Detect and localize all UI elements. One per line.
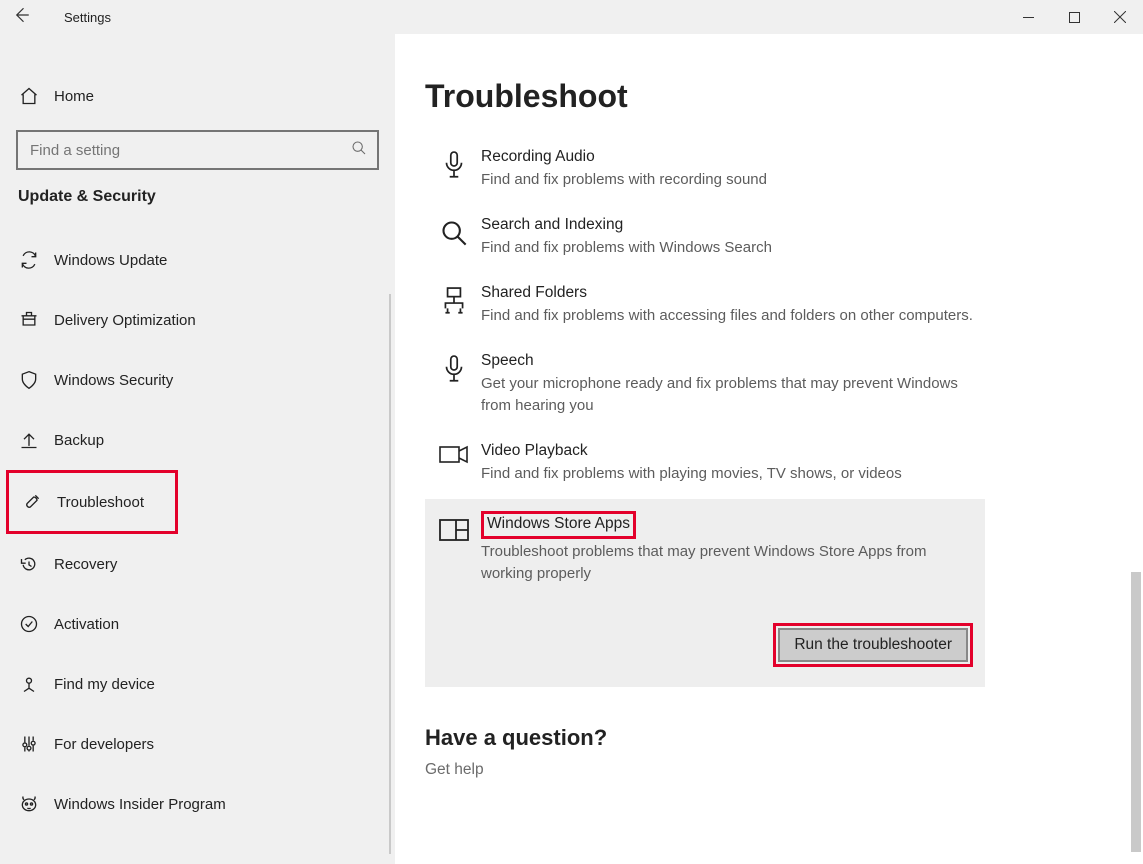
home-link[interactable]: Home	[0, 72, 395, 120]
sidebar-item-for-developers[interactable]: For developers	[0, 714, 395, 774]
ts-video-playback[interactable]: Video Playback Find and fix problems wit…	[425, 431, 985, 499]
ts-windows-store-apps[interactable]: Windows Store Apps Troubleshoot problems…	[425, 499, 985, 687]
sidebar-item-label: For developers	[54, 736, 154, 753]
ts-title: Search and Indexing	[481, 215, 977, 235]
home-icon	[18, 85, 40, 107]
maximize-button[interactable]	[1051, 0, 1097, 34]
back-button[interactable]	[0, 6, 44, 29]
ts-desc: Get your microphone ready and fix proble…	[481, 373, 977, 417]
have-a-question-heading: Have a question?	[425, 725, 1133, 751]
sidebar-item-label: Find my device	[54, 676, 155, 693]
close-button[interactable]	[1097, 0, 1143, 34]
sidebar-item-find-my-device[interactable]: Find my device	[0, 654, 395, 714]
main-scrollbar[interactable]	[1131, 572, 1141, 852]
sidebar-item-windows-security[interactable]: Windows Security	[0, 350, 395, 410]
sidebar-item-label: Windows Insider Program	[54, 796, 226, 813]
get-help-link[interactable]: Get help	[425, 761, 1133, 779]
ts-desc: Find and fix problems with recording sou…	[481, 169, 977, 191]
recovery-icon	[18, 553, 40, 575]
search-box[interactable]	[16, 130, 379, 170]
microphone-icon	[433, 351, 475, 417]
backup-icon	[18, 429, 40, 451]
find-device-icon	[18, 673, 40, 695]
troubleshooter-list: Recording Audio Find and fix problems wi…	[425, 137, 985, 687]
wrench-icon	[21, 491, 43, 513]
ts-title: Recording Audio	[481, 147, 977, 167]
window-controls	[1005, 0, 1143, 34]
run-troubleshooter-button[interactable]: Run the troubleshooter	[778, 628, 968, 662]
ts-title: Windows Store Apps	[487, 515, 630, 532]
sidebar-item-label: Delivery Optimization	[54, 312, 196, 329]
run-troubleshooter-highlight: Run the troubleshooter	[773, 623, 973, 667]
sidebar: Home Update & Security Windows Update De…	[0, 34, 395, 864]
developer-icon	[18, 733, 40, 755]
activation-icon	[18, 613, 40, 635]
sidebar-item-label: Troubleshoot	[57, 494, 144, 511]
main-content: Troubleshoot Recording Audio Find and fi…	[395, 34, 1143, 864]
sidebar-item-delivery-optimization[interactable]: Delivery Optimization	[0, 290, 395, 350]
ts-desc: Troubleshoot problems that may prevent W…	[481, 541, 977, 585]
sidebar-item-label: Windows Security	[54, 372, 173, 389]
sidebar-item-label: Activation	[54, 616, 119, 633]
search-icon	[433, 215, 475, 259]
ts-speech[interactable]: Speech Get your microphone ready and fix…	[425, 341, 985, 431]
minimize-button[interactable]	[1005, 0, 1051, 34]
sidebar-item-label: Backup	[54, 432, 104, 449]
sidebar-item-activation[interactable]: Activation	[0, 594, 395, 654]
sidebar-scrollbar[interactable]	[389, 294, 391, 854]
home-label: Home	[54, 88, 94, 105]
sidebar-item-recovery[interactable]: Recovery	[0, 534, 395, 594]
ts-search-indexing[interactable]: Search and Indexing Find and fix problem…	[425, 205, 985, 273]
search-icon	[351, 140, 367, 161]
ts-title: Video Playback	[481, 441, 977, 461]
ts-desc: Find and fix problems with playing movie…	[481, 463, 977, 485]
ts-shared-folders[interactable]: Shared Folders Find and fix problems wit…	[425, 273, 985, 341]
sidebar-item-label: Windows Update	[54, 252, 167, 269]
window-title: Settings	[44, 10, 111, 25]
microphone-icon	[433, 147, 475, 191]
ts-title: Speech	[481, 351, 977, 371]
shield-icon	[18, 369, 40, 391]
sidebar-item-label: Recovery	[54, 556, 117, 573]
ts-desc: Find and fix problems with accessing fil…	[481, 305, 977, 327]
sidebar-item-backup[interactable]: Backup	[0, 410, 395, 470]
section-heading: Update & Security	[0, 188, 395, 230]
page-title: Troubleshoot	[425, 78, 1133, 115]
delivery-icon	[18, 309, 40, 331]
ts-recording-audio[interactable]: Recording Audio Find and fix problems wi…	[425, 137, 985, 205]
ts-title: Shared Folders	[481, 283, 977, 303]
apps-icon	[433, 515, 475, 667]
video-icon	[433, 441, 475, 485]
ts-desc: Find and fix problems with Windows Searc…	[481, 237, 977, 259]
sync-icon	[18, 249, 40, 271]
insider-icon	[18, 793, 40, 815]
sidebar-item-troubleshoot[interactable]: Troubleshoot	[6, 470, 178, 534]
sidebar-item-windows-update[interactable]: Windows Update	[0, 230, 395, 290]
shared-folder-icon	[433, 283, 475, 327]
search-input[interactable]	[28, 141, 351, 160]
title-bar: Settings	[0, 0, 1143, 34]
sidebar-item-insider[interactable]: Windows Insider Program	[0, 774, 395, 834]
